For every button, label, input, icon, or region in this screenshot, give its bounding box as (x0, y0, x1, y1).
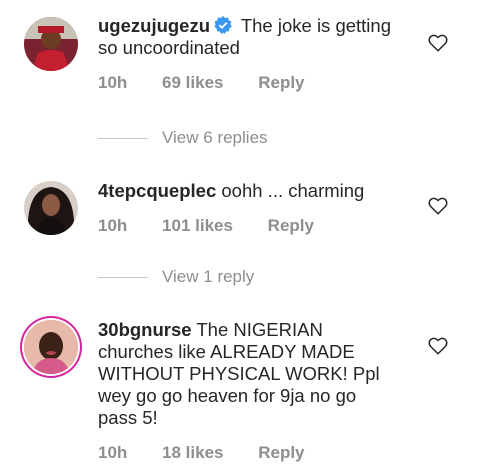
avatar[interactable] (24, 17, 78, 71)
reply-button[interactable]: Reply (268, 216, 314, 235)
reply-button[interactable]: Reply (258, 73, 304, 92)
comment-likes[interactable]: 18 likes (162, 443, 223, 462)
comment-time: 10h (98, 216, 128, 235)
verified-badge-icon (214, 16, 232, 34)
avatar[interactable] (24, 320, 78, 374)
comment-meta: 10h 69 likes Reply (98, 73, 398, 93)
comment-time: 10h (98, 73, 128, 92)
comment-text: 4tepcqueplec oohh ... charming (98, 180, 398, 202)
avatar[interactable] (24, 181, 78, 235)
comment-time: 10h (98, 443, 128, 462)
comment-body: oohh ... charming (221, 180, 365, 201)
comment-likes[interactable]: 101 likes (162, 216, 233, 235)
view-replies-label[interactable]: View 1 reply (162, 267, 254, 287)
avatar-image (24, 320, 78, 374)
heart-outline-icon[interactable] (428, 34, 448, 52)
reply-button[interactable]: Reply (258, 443, 304, 462)
comment-likes[interactable]: 69 likes (162, 73, 223, 92)
view-replies[interactable]: View 1 reply (98, 267, 254, 287)
replies-divider (98, 276, 148, 278)
heart-outline-icon[interactable] (428, 197, 448, 215)
heart-outline-icon[interactable] (428, 337, 448, 355)
comment-text: 30bgnurse The NIGERIAN churches like ALR… (98, 319, 398, 429)
replies-divider (98, 137, 148, 139)
comment-username[interactable]: 30bgnurse (98, 319, 192, 340)
comment-username[interactable]: 4tepcqueplec (98, 180, 216, 201)
comment-username[interactable]: ugezujugezu (98, 15, 210, 36)
view-replies-label[interactable]: View 6 replies (162, 128, 268, 148)
comment-meta: 10h 101 likes Reply (98, 216, 398, 236)
comment-meta: 10h 18 likes Reply (98, 443, 398, 463)
avatar-image (24, 181, 78, 235)
view-replies[interactable]: View 6 replies (98, 128, 268, 148)
avatar-image (24, 17, 78, 71)
comment-text: ugezujugezu The joke is getting so uncoo… (98, 15, 398, 59)
